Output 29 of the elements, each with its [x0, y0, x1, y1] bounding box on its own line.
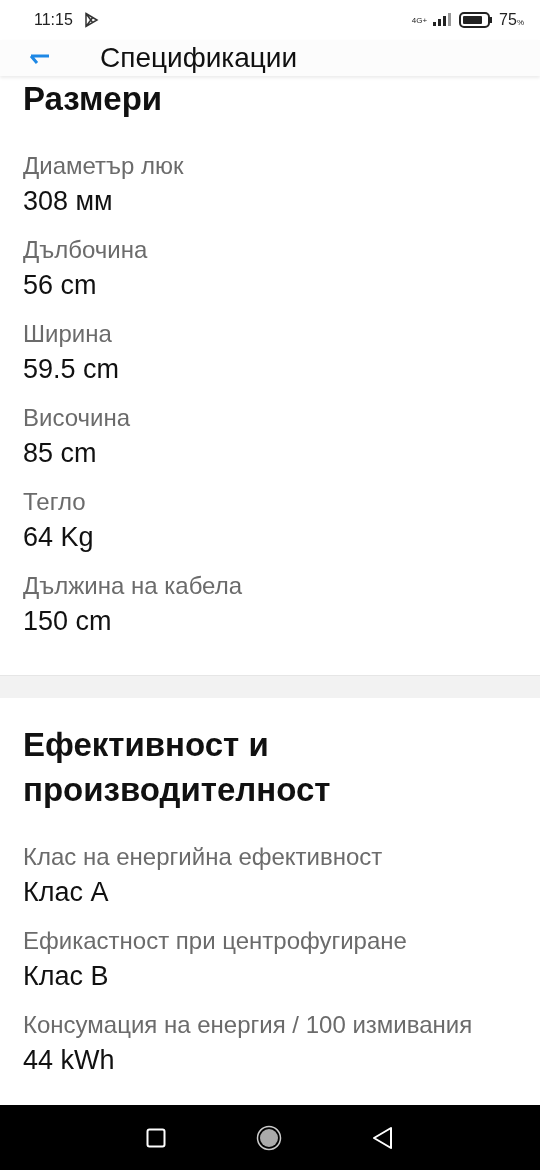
home-icon[interactable]: [256, 1124, 282, 1151]
spec-value: 44 kWh: [23, 1044, 116, 1077]
battery-icon: [459, 12, 494, 28]
spec-value: 85 cm: [23, 437, 98, 470]
spec-label: Дълбочина: [23, 235, 149, 265]
spec-label: Клас на енергийна ефективност: [23, 842, 384, 872]
back-icon[interactable]: [372, 1125, 394, 1150]
page-title: Спецификации: [100, 44, 298, 72]
section-title: Ефективност и производителност: [23, 725, 332, 810]
signal-icon: [433, 13, 454, 27]
spec-label: Височина: [23, 403, 131, 433]
section-title: Размери: [23, 79, 164, 119]
spec-value: 56 cm: [23, 269, 98, 302]
spec-value: Клас A: [23, 876, 110, 909]
spec-value: 59.5 cm: [23, 353, 121, 386]
status-time: 11:15: [34, 11, 73, 29]
spec-label: Ширина: [23, 319, 113, 349]
battery-level: 75%: [499, 11, 524, 29]
spec-value: 308 мм: [23, 185, 114, 218]
spec-value: Клас B: [23, 960, 110, 993]
network-type: 4G+: [411, 15, 428, 25]
spec-label: Тегло: [23, 487, 87, 517]
spec-label: Диаметър люк: [23, 151, 185, 181]
spec-value: 64 Kg: [23, 521, 95, 554]
recent-apps-icon[interactable]: [146, 1127, 166, 1148]
spec-label: Ефикастност при центрофугиране: [23, 926, 408, 956]
spec-label: Дължина на кабела: [23, 571, 243, 601]
spec-label: Консумация на енергия / 100 измивания: [23, 1010, 473, 1040]
spec-value: 150 cm: [23, 605, 113, 638]
